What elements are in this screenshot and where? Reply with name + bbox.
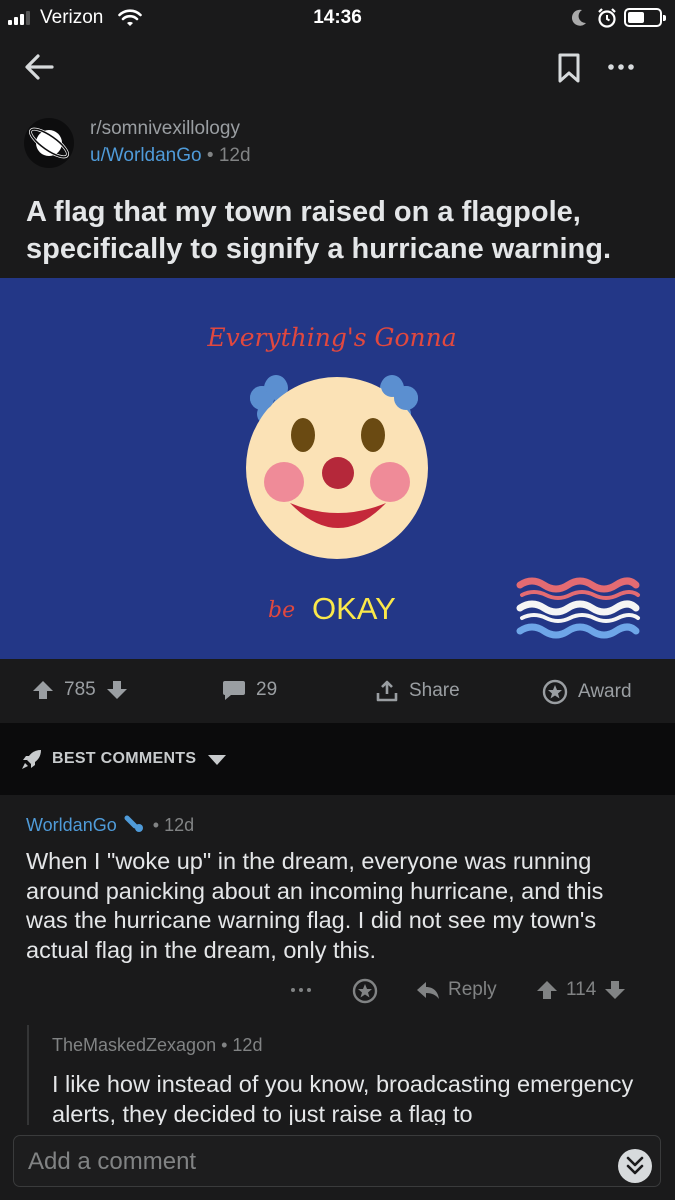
chevron-down-icon (208, 755, 226, 765)
comment-reply: TheMaskedZexagon • 12d I like how instea… (0, 1025, 675, 1125)
vote-controls: 785 (32, 679, 128, 701)
downvote-icon[interactable] (604, 979, 626, 1001)
clown-right-cheek (370, 462, 410, 502)
add-comment-input[interactable]: Add a comment (13, 1135, 661, 1187)
post-image[interactable]: Everything's Gonna be OKAY (0, 278, 675, 659)
upvote-icon[interactable] (32, 679, 54, 701)
comment-author[interactable]: TheMaskedZexagon (52, 1035, 216, 1055)
comment-count: 29 (256, 679, 278, 700)
mod-microphone-icon (124, 815, 143, 832)
comments-button[interactable]: 29 (222, 679, 277, 701)
planet-icon (29, 127, 69, 159)
thread-line[interactable] (27, 1025, 29, 1125)
comment: WorldanGo • 12d When I "woke up" in the … (0, 795, 675, 1025)
flag-bottom-prefix: be (268, 598, 295, 623)
clown-flag-illustration: Everything's Gonna be OKAY (206, 323, 640, 639)
comment-author[interactable]: WorldanGo (26, 815, 117, 835)
comment-age: 12d (232, 1035, 263, 1055)
post-author[interactable]: u/WorldanGo (90, 145, 202, 166)
share-button[interactable]: Share (375, 679, 460, 703)
post-header: r/somnivexillology u/WorldanGo • 12d A f… (0, 98, 675, 278)
do-not-disturb-icon (571, 9, 586, 26)
back-arrow-icon[interactable] (22, 50, 56, 84)
battery-icon (624, 8, 666, 27)
collapse-comments-icon[interactable] (618, 1149, 652, 1183)
clown-nose (322, 457, 354, 489)
comment-vote-controls: 114 (536, 979, 626, 1001)
subreddit-avatar[interactable] (24, 118, 74, 168)
clown-left-eye (291, 418, 315, 452)
award-button[interactable]: Award (542, 679, 632, 705)
comment-actions: Reply 114 (0, 975, 675, 1007)
comment-body: When I "woke up" in the dream, everyone … (26, 848, 604, 963)
post-age: 12d (218, 145, 251, 166)
rocket-icon (22, 750, 41, 769)
post-actions: 785 29 Share Award (0, 659, 675, 723)
flag-waves (516, 577, 640, 639)
award-icon[interactable] (352, 978, 378, 1004)
bookmark-icon[interactable] (555, 52, 583, 84)
share-label: Share (409, 680, 460, 701)
reply-arrow-icon (417, 982, 439, 999)
comment-score: 114 (566, 979, 597, 1000)
clown-right-eye (361, 418, 385, 452)
flag-top-text: Everything's Gonna (206, 323, 456, 352)
comment-composer: Add a comment (0, 1125, 675, 1200)
downvote-icon[interactable] (106, 679, 128, 701)
award-label: Award (578, 681, 632, 702)
alarm-icon (598, 8, 616, 28)
post-meta: u/WorldanGo • 12d (90, 145, 251, 167)
reply-label: Reply (448, 979, 497, 1000)
post-title: A flag that my town raised on a flagpole… (26, 196, 611, 265)
upvote-icon[interactable] (536, 979, 558, 1001)
double-chevron-down-icon (626, 1156, 644, 1175)
comment-bubble-icon (223, 681, 245, 700)
comment-age: 12d (164, 815, 195, 835)
subreddit-name[interactable]: r/somnivexillology (90, 118, 240, 140)
upvote-count: 785 (64, 679, 96, 700)
comment-meta: TheMaskedZexagon • 12d (52, 1035, 262, 1056)
meta-separator: • (152, 815, 165, 835)
meta-separator: • (206, 145, 219, 166)
top-navigation (0, 36, 675, 98)
meta-separator: • (221, 1035, 233, 1055)
more-options-icon[interactable] (604, 50, 638, 84)
more-options-icon[interactable] (290, 987, 312, 993)
sort-label: BEST COMMENTS (52, 750, 197, 767)
comment-meta: WorldanGo • 12d (26, 814, 194, 836)
status-bar: Verizon 14:36 (0, 0, 675, 36)
clown-left-cheek (264, 462, 304, 502)
award-icon (542, 679, 568, 705)
share-icon (376, 680, 398, 702)
comment-sort-bar[interactable]: BEST COMMENTS (0, 723, 675, 795)
flag-bottom-main: OKAY (312, 591, 396, 626)
reply-button[interactable]: Reply (416, 979, 497, 1001)
comment-body: I like how instead of you know, broadcas… (52, 1071, 634, 1125)
